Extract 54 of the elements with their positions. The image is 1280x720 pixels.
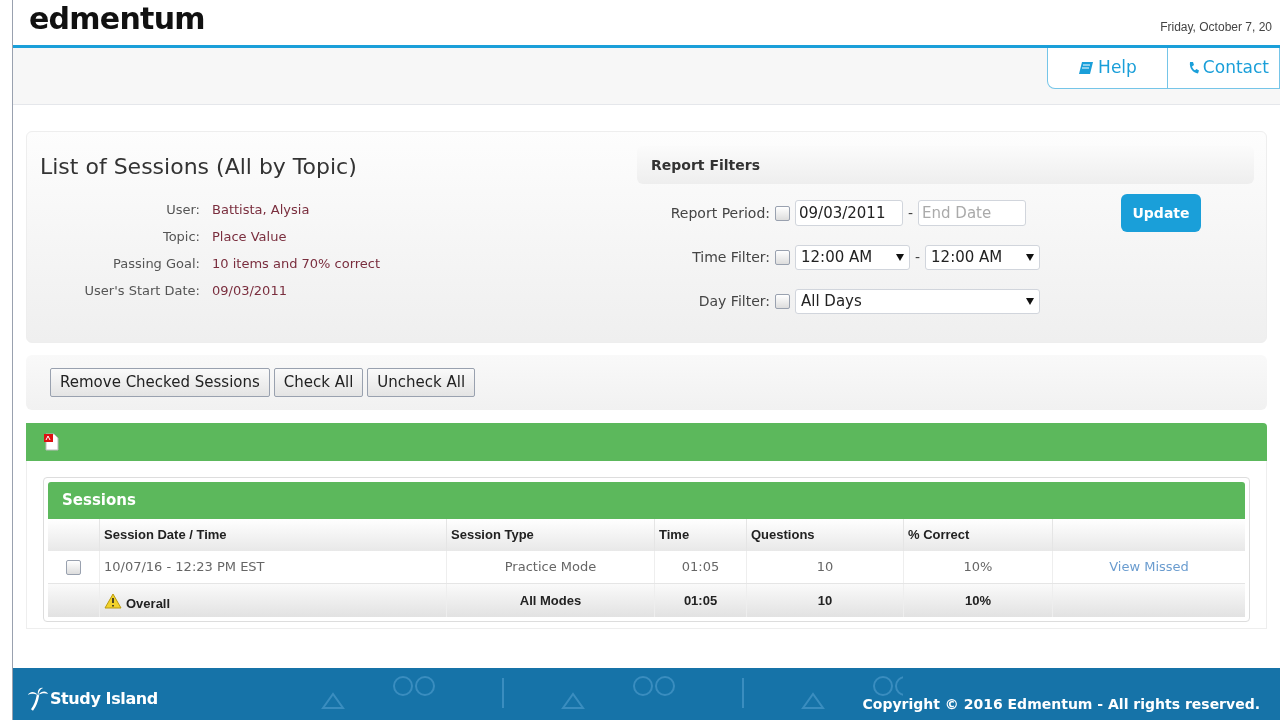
footer-logo: Study Island: [50, 688, 158, 710]
filter-label: Day Filter:: [697, 291, 770, 311]
warning-icon: [104, 592, 122, 609]
table-cell-text: 10/07/16 - 12:23 PM EST: [104, 558, 265, 577]
action-button[interactable]: Remove Checked Sessions: [50, 368, 270, 397]
column-header: Questions: [751, 526, 815, 545]
table-cell-text: 10: [817, 591, 833, 610]
table-cell-text: 10%: [963, 558, 993, 577]
checkbox[interactable]: [775, 250, 790, 265]
dash-text: -: [915, 247, 921, 267]
dropdown-arrow-icon: [1026, 253, 1035, 261]
column-header: % Correct: [908, 526, 970, 545]
table-cell-text: 10: [816, 558, 834, 577]
column-header: Session Date / Time: [104, 526, 227, 545]
field-label: Passing Goal:: [112, 255, 200, 272]
checkbox[interactable]: [66, 560, 81, 575]
table-cell-text: 01:05: [681, 558, 720, 577]
table-cell-text: 01:05: [683, 591, 718, 610]
date-field[interactable]: End Date: [918, 200, 1027, 226]
palm-tree-icon: [27, 687, 49, 711]
action-button[interactable]: Check All: [273, 368, 364, 397]
logo: edmentum: [29, 0, 205, 34]
page-title: List of Sessions (All by Topic): [40, 153, 358, 181]
field-value: 09/03/2011: [212, 282, 288, 299]
table-cell-text: All Modes: [519, 591, 582, 610]
column-header: Time: [659, 526, 690, 545]
column-header: Session Type: [451, 526, 534, 545]
filter-label: Report Period:: [669, 203, 770, 223]
checkbox[interactable]: [775, 206, 790, 221]
sessions-header: Sessions: [48, 482, 1245, 519]
field-label: User:: [165, 201, 200, 218]
filter-label: Time Filter:: [691, 247, 770, 267]
checkbox[interactable]: [775, 294, 790, 309]
select-field[interactable]: All Days: [795, 288, 1040, 314]
field-value: 10 items and 70% correct: [212, 255, 382, 272]
table-cell-text: Overall: [126, 594, 171, 613]
field-value: Battista, Alysia: [212, 201, 311, 218]
field-label: User's Start Date:: [83, 282, 200, 299]
dropdown-arrow-icon: [896, 253, 904, 261]
book-icon: [1078, 61, 1095, 75]
table-cell-text: 10%: [965, 591, 991, 610]
date-field[interactable]: 09/03/2011: [795, 200, 903, 226]
select-field[interactable]: 12:00 AM: [925, 244, 1041, 270]
field-label: Topic:: [161, 228, 200, 245]
dash-text: -: [908, 203, 914, 223]
pdf-icon[interactable]: [43, 433, 59, 451]
field-value: Place Value: [212, 228, 288, 245]
date-text: Friday, October 7, 20: [1160, 19, 1272, 36]
copyright-text: Copyright © 2016 Edmentum - All rights reserved.: [862, 694, 1260, 714]
dropdown-arrow-icon: [1026, 297, 1034, 305]
action-button[interactable]: Uncheck All: [367, 368, 476, 397]
phone-icon: [1187, 61, 1199, 75]
table-cell-text: Practice Mode: [504, 558, 597, 577]
select-field[interactable]: 12:00 AM: [795, 244, 910, 270]
